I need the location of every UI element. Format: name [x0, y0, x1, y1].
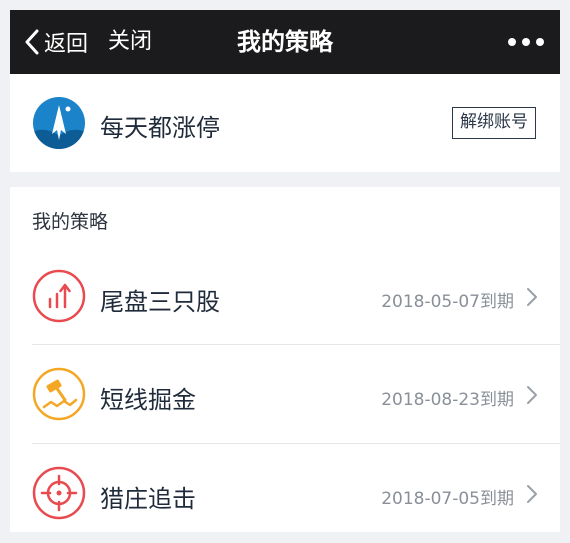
avatar	[33, 97, 85, 149]
expiry-date: 2018-05-07到期	[381, 292, 514, 312]
strategy-name: 尾盘三只股	[100, 288, 220, 316]
section-title: 我的策略	[32, 211, 109, 233]
strategy-item[interactable]: 猎庄追击 2018-07-05到期	[10, 444, 560, 543]
dot-icon	[536, 38, 544, 46]
app-frame: 返回 关闭 我的策略 每天都涨停 解绑账号 我的策略 尾盘三只股 2018-05…	[10, 10, 560, 542]
page-title: 我的策略	[237, 28, 333, 56]
chevron-right-icon	[527, 386, 537, 404]
account-card: 每天都涨停 解绑账号	[10, 74, 560, 172]
dot-icon	[522, 38, 530, 46]
navigation-bar: 返回 关闭 我的策略	[10, 10, 560, 74]
expiry-date: 2018-07-05到期	[381, 489, 514, 509]
more-options-button[interactable]	[508, 32, 544, 52]
expiry-date: 2018-08-23到期	[381, 390, 514, 410]
dot-icon	[508, 38, 516, 46]
strategy-item[interactable]: 尾盘三只股 2018-05-07到期	[10, 247, 560, 346]
close-button[interactable]: 关闭	[108, 24, 152, 60]
strategy-list-card: 我的策略 尾盘三只股 2018-05-07到期 短线掘金 2018-08-23到…	[10, 187, 560, 532]
back-button[interactable]: 返回	[24, 24, 88, 60]
strategy-name: 猎庄追击	[100, 485, 196, 513]
unbind-account-button[interactable]: 解绑账号	[452, 107, 536, 139]
back-label: 返回	[44, 32, 89, 57]
chevron-left-icon	[25, 29, 39, 55]
strategy-name: 短线掘金	[100, 386, 196, 414]
strategy-item[interactable]: 短线掘金 2018-08-23到期	[10, 345, 560, 444]
crosshair-target-icon	[32, 466, 86, 520]
gold-hammer-icon	[32, 367, 86, 421]
account-name: 每天都涨停	[100, 114, 220, 142]
chevron-right-icon	[527, 485, 537, 503]
chevron-right-icon	[527, 288, 537, 306]
rising-bars-icon	[32, 269, 86, 323]
